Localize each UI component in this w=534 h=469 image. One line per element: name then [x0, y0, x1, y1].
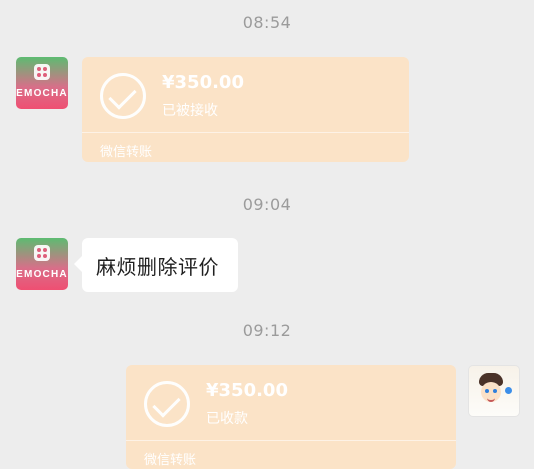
transfer-amount: ¥350.00 [206, 380, 288, 401]
emocha-logo-icon [34, 245, 50, 261]
card-divider [82, 132, 409, 133]
transfer-card[interactable]: ¥350.00 已被接收 微信转账 [82, 57, 409, 162]
transfer-status: 已收款 [206, 411, 248, 427]
timestamp: 09:04 [242, 195, 292, 214]
check-circle-icon [144, 381, 190, 427]
avatar-earring [505, 387, 512, 394]
chat-view: 08:54 EMOCHA ¥350.00 已被接收 微信转账 09:04 EMO… [0, 0, 534, 469]
merchant-avatar[interactable]: EMOCHA [16, 238, 68, 290]
merchant-avatar[interactable]: EMOCHA [16, 57, 68, 109]
transfer-footer: 微信转账 [100, 145, 153, 160]
card-divider [126, 440, 456, 441]
avatar-brand-text: EMOCHA [16, 269, 68, 280]
transfer-status: 已被接收 [162, 103, 218, 119]
avatar-eye [493, 389, 497, 393]
avatar-brand-text: EMOCHA [16, 88, 68, 99]
emocha-logo-icon [34, 64, 50, 80]
transfer-footer: 微信转账 [144, 453, 197, 468]
timestamp: 08:54 [242, 13, 292, 32]
avatar-eye [485, 389, 489, 393]
message-bubble[interactable]: 麻烦删除评价 [74, 238, 238, 292]
transfer-amount: ¥350.00 [162, 72, 244, 93]
transfer-card[interactable]: ¥350.00 已收款 微信转账 [126, 365, 456, 469]
check-circle-icon [100, 73, 146, 119]
timestamp: 09:12 [242, 321, 292, 340]
user-avatar[interactable] [468, 365, 520, 417]
